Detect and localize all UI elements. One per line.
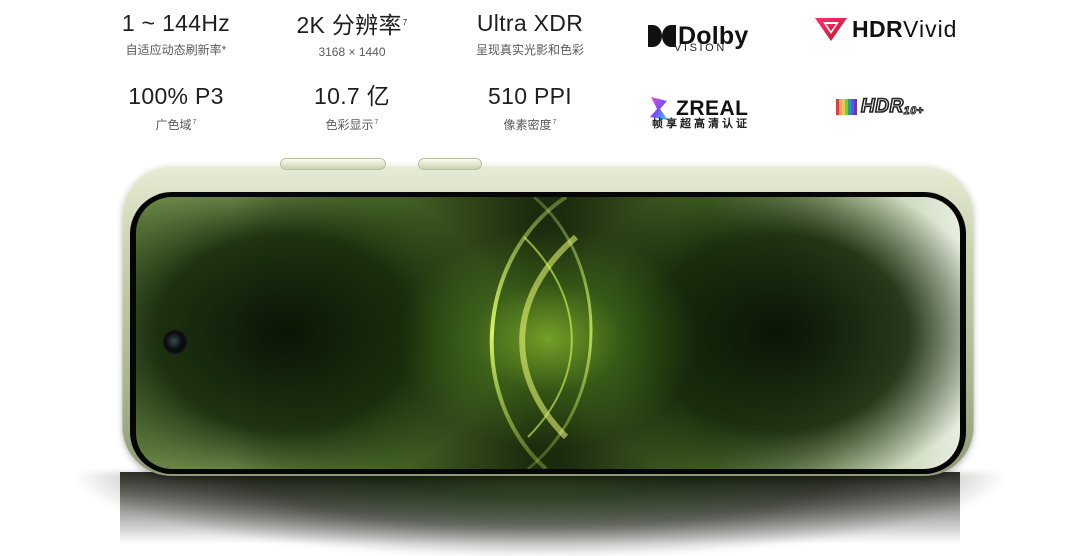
phone-product-image [0, 150, 1080, 556]
spec-refresh-rate: 1 ~ 144Hz 自适应动态刷新率* [86, 8, 266, 58]
display-spec-grid: 1 ~ 144Hz 自适应动态刷新率* 2K 分辨率7 3168 × 1440 … [0, 0, 1080, 145]
footnote-marker: 7 [552, 119, 557, 126]
spec-caption: 色彩显示7 [325, 118, 379, 132]
phone-screen-wallpaper [136, 197, 960, 469]
footnote-marker: 7 [402, 18, 408, 27]
dolby-double-d-icon [648, 25, 676, 47]
hdr10plus-logo: HDR10+ [836, 93, 924, 121]
front-camera [163, 330, 187, 354]
footnote-marker: 7 [192, 119, 197, 126]
wallpaper-light-arcs [489, 197, 593, 469]
zreal-logo: ZREAL 帧享超高清认证 [648, 86, 758, 132]
spec-value: 2K 分辨率7 [296, 12, 408, 38]
spec-value: 100% P3 [128, 83, 224, 109]
zreal-subtext: 帧享超高清认证 [652, 118, 750, 130]
dolby-vision-logo: Dolby VISION [648, 13, 758, 59]
footnote-marker: 7 [374, 119, 379, 126]
spec-resolution: 2K 分辨率7 3168 × 1440 [262, 8, 442, 60]
hdr10plus-wordmark: HDR10+ [860, 95, 924, 118]
hdr10-rainbow-icon [836, 99, 857, 115]
spec-pixel-density: 510 PPI 像素密度7 [440, 81, 620, 133]
hdr-vivid-wordmark: HDRVivid [852, 15, 958, 42]
spec-color-display: 10.7 亿 色彩显示7 [262, 81, 442, 133]
spec-caption: 广色域7 [155, 118, 197, 132]
spec-ultra-xdr: Ultra XDR 呈现真实光影和色彩 [440, 8, 620, 58]
spec-caption: 像素密度7 [503, 118, 557, 132]
power-button [418, 158, 482, 170]
spec-value: Ultra XDR [476, 10, 584, 36]
spec-value: 510 PPI [488, 83, 572, 109]
spec-caption: 3168 × 1440 [318, 45, 386, 59]
spec-caption: 呈现真实光影和色彩 [475, 43, 584, 57]
spec-value: 10.7 亿 [314, 83, 390, 109]
volume-button [280, 158, 386, 170]
hdr-vivid-logo: HDRVivid [814, 15, 957, 43]
spec-value: 1 ~ 144Hz [121, 10, 231, 36]
phone-reflection-shadow [120, 472, 960, 552]
spec-caption: 自适应动态刷新率* [125, 43, 227, 57]
hdr-vivid-v-icon [815, 18, 847, 41]
spec-color-gamut: 100% P3 广色域7 [86, 81, 266, 133]
dolby-vision-subtext: VISION [674, 42, 727, 54]
